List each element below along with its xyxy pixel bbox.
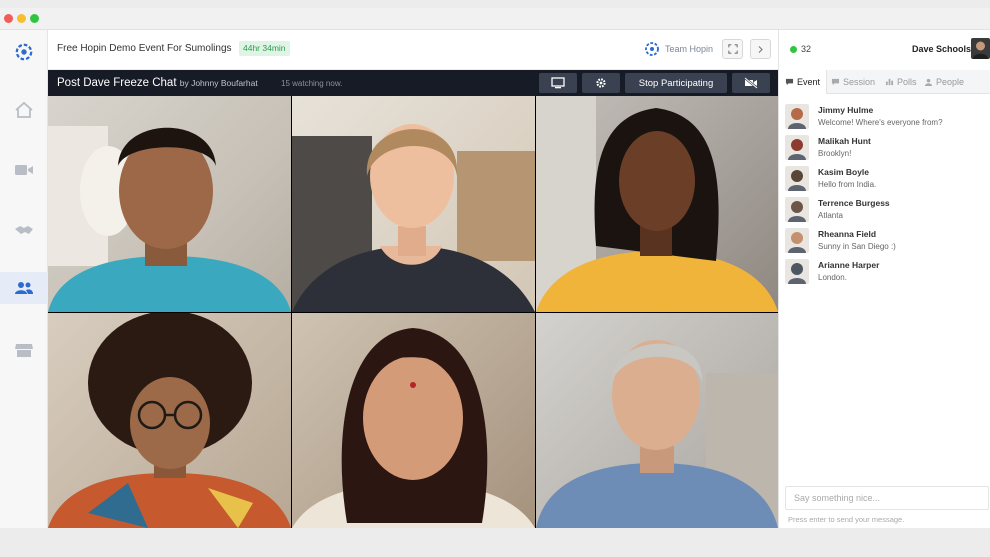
chat-avatar[interactable] [785,228,809,253]
stage-header: Post Dave Freeze Chat by Johnny Boufarha… [48,70,778,96]
stage-title-text: Post Dave Freeze Chat [57,77,177,89]
chat-avatar[interactable] [785,104,809,129]
tab-people[interactable]: People [924,70,972,94]
chat-author[interactable]: Terrence Burgess [818,198,890,208]
tab-session-label: Session [843,77,876,87]
chat-avatar[interactable] [785,166,809,191]
gear-icon [596,78,606,88]
chat-message: Rheanna Field Sunny in San Diego :) [785,227,985,257]
participant-2-video [292,124,535,312]
app-window: Free Hopin Demo Event For Sumolings 44hr… [0,8,990,528]
chat-message: Kasim Boyle Hello from India. [785,165,985,195]
poll-icon [885,78,894,86]
chat-author[interactable]: Malikah Hunt [818,136,871,146]
participant-6-video [536,340,778,528]
user-avatar[interactable] [971,38,990,59]
chat-input[interactable]: Say something nice... [785,486,989,510]
right-panel: 32 Dave Schools Event Session Polls Peop… [778,30,990,528]
chat-message: Malikah Hunt Brooklyn! [785,134,985,164]
video-tile-6[interactable] [536,313,778,528]
online-indicator [790,46,797,53]
online-count: 32 [801,44,812,54]
stage-title: Post Dave Freeze Chat by Johnny Boufarha… [57,77,258,89]
chat-author[interactable]: Kasim Boyle [818,167,869,177]
team-logo-icon [645,42,659,56]
chat-bubble-icon [831,78,840,86]
video-tile-4[interactable] [48,313,291,528]
settings-button[interactable] [582,73,620,93]
zoom-window-button[interactable] [30,14,39,23]
watching-count: 15 watching now. [281,79,343,88]
home-icon[interactable] [6,94,42,126]
chat-hint: Press enter to send your message. [788,515,905,524]
window-titlebar [0,8,990,30]
person-icon [924,78,933,86]
stage-host: by Johnny Boufarhat [179,78,258,88]
video-grid [48,96,778,528]
chat-avatar[interactable] [785,135,809,160]
chat-text: London. [818,273,847,282]
hopin-logo-icon[interactable] [6,36,42,68]
time-remaining-badge: 44hr 34min [239,41,290,56]
chat-avatar[interactable] [785,197,809,222]
chat-message: Terrence Burgess Atlanta [785,196,985,226]
event-title: Free Hopin Demo Event For Sumolings [57,43,232,54]
handshake-icon[interactable] [6,214,42,246]
current-user-name[interactable]: Dave Schools [912,44,971,54]
minimize-window-button[interactable] [17,14,26,23]
video-tile-1[interactable] [48,96,291,312]
chat-text: Brooklyn! [818,149,852,158]
participant-3-video [536,96,778,312]
tab-polls[interactable]: Polls [885,70,923,94]
expand-icon [727,44,738,54]
chat-text: Sunny in San Diego :) [818,242,896,251]
video-tile-3[interactable] [536,96,778,312]
chat-bubble-icon [785,78,794,86]
collapse-sidebar-button[interactable] [750,39,771,59]
chat-text: Atlanta [818,211,843,220]
close-window-button[interactable] [4,14,13,23]
tab-people-label: People [936,77,965,87]
chat-author[interactable]: Arianne Harper [818,260,879,270]
video-tile-5[interactable] [292,313,535,528]
participant-5-video [292,328,535,528]
team-name[interactable]: Team Hopin [665,44,713,54]
stop-participating-button[interactable]: Stop Participating [625,73,727,93]
left-sidebar [0,30,48,528]
chat-text: Hello from India. [818,180,877,189]
participant-1-video [48,126,291,312]
chevron-right-icon [758,45,763,53]
video-camera-icon[interactable] [6,154,42,186]
screen-share-icon [551,77,565,89]
camera-toggle-button[interactable] [732,73,770,93]
participant-4-video [48,313,291,528]
tab-event[interactable]: Event [779,70,827,94]
camera-off-icon [744,77,758,89]
screen-share-button[interactable] [539,73,577,93]
video-tile-2[interactable] [292,96,535,312]
chat-avatar[interactable] [785,259,809,284]
chat-message: Arianne Harper London. [785,258,985,288]
chat-author[interactable]: Jimmy Hulme [818,105,873,115]
tab-session[interactable]: Session [831,70,881,94]
panel-tabs: Event Session Polls People [779,70,990,94]
event-topbar: Free Hopin Demo Event For Sumolings 44hr… [48,30,778,70]
chat-text: Welcome! Where's everyone from? [818,118,943,127]
tab-event-label: Event [797,77,821,87]
chat-message: Jimmy Hulme Welcome! Where's everyone fro… [785,103,985,133]
fullscreen-button[interactable] [722,39,743,59]
people-icon[interactable] [0,272,48,304]
tab-polls-label: Polls [897,77,917,87]
storefront-icon[interactable] [6,334,42,366]
chat-author[interactable]: Rheanna Field [818,229,876,239]
